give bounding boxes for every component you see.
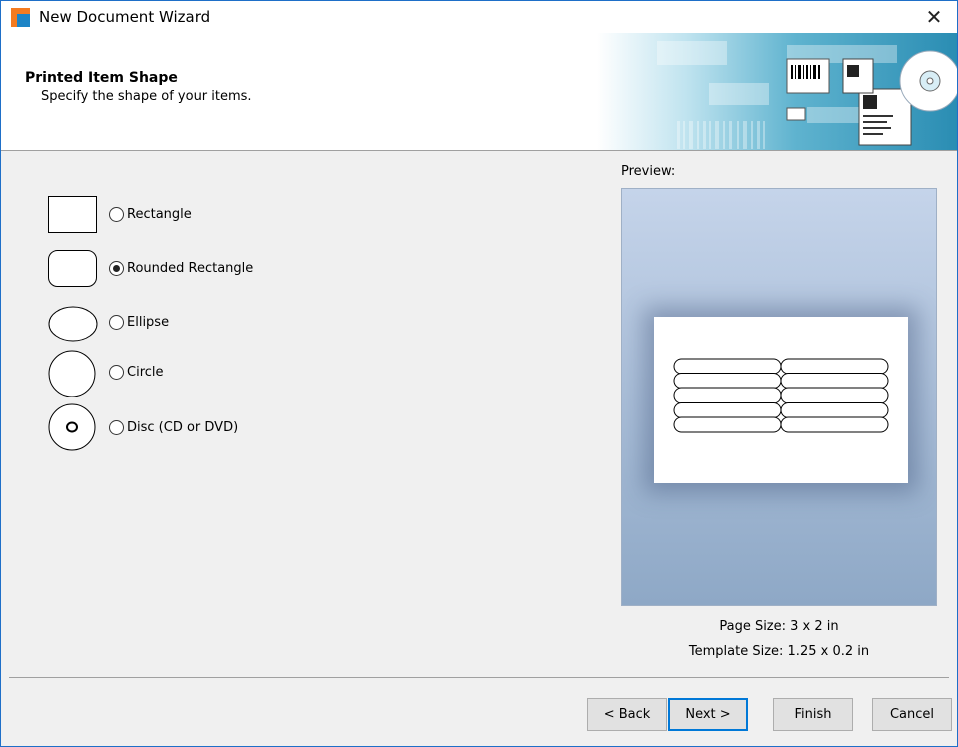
shape-option-circle[interactable]: Circle — [47, 350, 164, 397]
preview-label-cell — [673, 402, 782, 418]
radio-button[interactable] — [109, 314, 124, 330]
disc-shape-icon — [47, 403, 99, 451]
title-bar: New Document Wizard ✕ — [1, 1, 957, 33]
cancel-button[interactable]: Cancel — [872, 698, 952, 731]
label-banner-image — [597, 33, 957, 150]
close-button[interactable]: ✕ — [911, 1, 957, 33]
rectangle-radio[interactable]: Rectangle — [109, 206, 192, 222]
circle-shape-icon — [47, 350, 99, 397]
radio-button[interactable] — [109, 206, 124, 222]
ellipse-shape-icon — [47, 302, 99, 342]
shape-option-ellipse[interactable]: Ellipse — [47, 302, 169, 342]
preview-label-cell — [780, 358, 889, 375]
rectangle-label: Rectangle — [127, 206, 192, 222]
ellipse-radio[interactable]: Ellipse — [109, 314, 170, 330]
preview-label-cell — [673, 416, 782, 433]
rounded-rectangle-radio[interactable]: Rounded Rectangle — [109, 260, 254, 276]
circle-radio[interactable]: Circle — [109, 364, 164, 380]
shape-option-rounded-rectangle[interactable]: Rounded Rectangle — [47, 248, 253, 288]
window-title: New Document Wizard — [39, 8, 211, 26]
radio-button[interactable] — [109, 419, 124, 435]
next-button[interactable]: Next > — [668, 698, 748, 731]
preview-label-cell — [673, 358, 782, 375]
finish-button[interactable]: Finish — [773, 698, 853, 731]
page-title: Printed Item Shape — [25, 70, 178, 86]
radio-button-selected[interactable] — [109, 260, 124, 276]
wizard-content: Rectangle Rounded Rectangle Ellipse Circ… — [1, 152, 957, 677]
rectangle-shape-icon — [47, 194, 99, 234]
wizard-window: New Document Wizard ✕ Printed Item Shape… — [0, 0, 958, 747]
preview-label: Preview: — [621, 164, 676, 179]
preview-label-cell — [780, 387, 889, 404]
disc-radio[interactable]: Disc (CD or DVD) — [109, 419, 239, 435]
rounded-rectangle-shape-icon — [47, 248, 99, 288]
footer-separator — [9, 677, 949, 678]
rounded-rectangle-label: Rounded Rectangle — [127, 260, 254, 276]
page-subtitle: Specify the shape of your items. — [41, 89, 252, 104]
radio-button[interactable] — [109, 364, 124, 380]
preview-label-cell — [780, 402, 889, 418]
circle-label: Circle — [127, 364, 164, 380]
preview-label-grid — [673, 358, 889, 433]
preview-panel — [621, 188, 937, 606]
app-logo-icon — [11, 8, 30, 27]
back-button[interactable]: < Back — [587, 698, 667, 731]
preview-page — [654, 317, 908, 483]
preview-label-cell — [780, 373, 889, 389]
preview-label-cell — [780, 416, 889, 433]
preview-label-cell — [673, 373, 782, 389]
page-size-text: Page Size: 3 x 2 in — [719, 619, 839, 634]
close-icon: ✕ — [925, 6, 943, 29]
preview-label-cell — [673, 387, 782, 404]
wizard-header: Printed Item Shape Specify the shape of … — [1, 33, 957, 151]
shape-option-rectangle[interactable]: Rectangle — [47, 194, 192, 234]
template-size-text: Template Size: 1.25 x 0.2 in — [688, 644, 870, 659]
shape-option-disc[interactable]: Disc (CD or DVD) — [47, 403, 239, 451]
disc-label: Disc (CD or DVD) — [127, 419, 239, 435]
ellipse-label: Ellipse — [127, 314, 170, 330]
